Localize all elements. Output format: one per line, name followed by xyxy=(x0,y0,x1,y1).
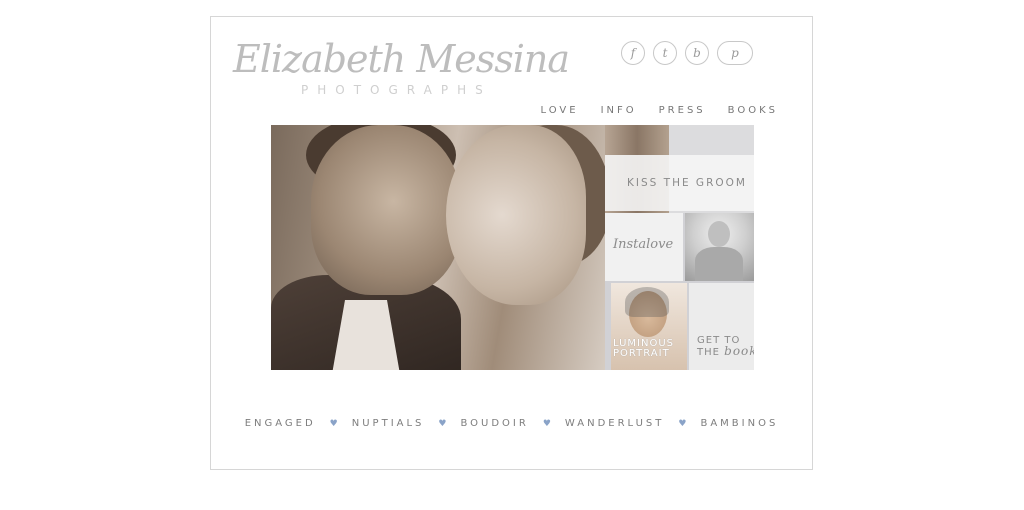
pinterest-icon[interactable]: p xyxy=(717,41,753,65)
blog-icon[interactable]: b xyxy=(685,41,709,65)
top-navigation: LOVE INFO PRESS BOOKS xyxy=(541,105,778,116)
heart-icon: ♥ xyxy=(678,418,687,429)
tile-label-book: GET TO THE book xyxy=(697,335,754,358)
tile-label-instalove: Instalove xyxy=(613,237,674,252)
tile-luminous-portrait[interactable]: LUMINOUS PORTRAIT xyxy=(611,283,687,370)
tile-kiss-the-groom[interactable]: KISS THE GROOM xyxy=(605,125,754,213)
nav-books[interactable]: BOOKS xyxy=(728,105,778,116)
heart-icon: ♥ xyxy=(542,418,551,429)
hero-photo[interactable] xyxy=(271,125,605,370)
tile-label-kiss: KISS THE GROOM xyxy=(627,177,747,189)
category-navigation: ENGAGED ♥ NUPTIALS ♥ BOUDOIR ♥ WANDERLUS… xyxy=(211,418,812,429)
nav-bambinos[interactable]: BAMBINOS xyxy=(700,418,778,429)
logo-subtitle: PHOTOGRAPHS xyxy=(301,83,492,97)
nav-wanderlust[interactable]: WANDERLUST xyxy=(565,418,664,429)
book-script: book xyxy=(724,344,754,358)
nav-info[interactable]: INFO xyxy=(601,105,637,116)
site-frame: Elizabeth Messina PHOTOGRAPHS f t b p LO… xyxy=(210,16,813,470)
social-links: f t b p xyxy=(621,41,753,65)
tile-get-the-book[interactable]: GET TO THE book xyxy=(689,283,754,370)
nav-love[interactable]: LOVE xyxy=(541,105,579,116)
site-logo[interactable]: Elizabeth Messina PHOTOGRAPHS xyxy=(231,37,570,109)
nav-engaged[interactable]: ENGAGED xyxy=(245,418,316,429)
book-line2: THE xyxy=(697,347,720,358)
tile-floral-portrait[interactable] xyxy=(685,213,754,281)
nav-press[interactable]: PRESS xyxy=(659,105,706,116)
portrait-body xyxy=(695,247,743,281)
nav-boudoir[interactable]: BOUDOIR xyxy=(460,418,528,429)
facebook-icon[interactable]: f xyxy=(621,41,645,65)
bride-veil xyxy=(625,287,669,317)
logo-script-text: Elizabeth Messina xyxy=(233,37,570,81)
portrait-head xyxy=(708,221,730,247)
heart-icon: ♥ xyxy=(329,418,338,429)
nav-nuptials[interactable]: NUPTIALS xyxy=(352,418,425,429)
twitter-icon[interactable]: t xyxy=(653,41,677,65)
tile-label-portrait: LUMINOUS PORTRAIT xyxy=(613,338,674,359)
feature-tiles: KISS THE GROOM Instalove LUMINOUS PORTRA… xyxy=(605,125,754,370)
hero-face-groom xyxy=(311,125,461,295)
hero-face-bride xyxy=(446,125,586,305)
heart-icon: ♥ xyxy=(438,418,447,429)
tile-instalove[interactable]: Instalove xyxy=(605,213,683,281)
